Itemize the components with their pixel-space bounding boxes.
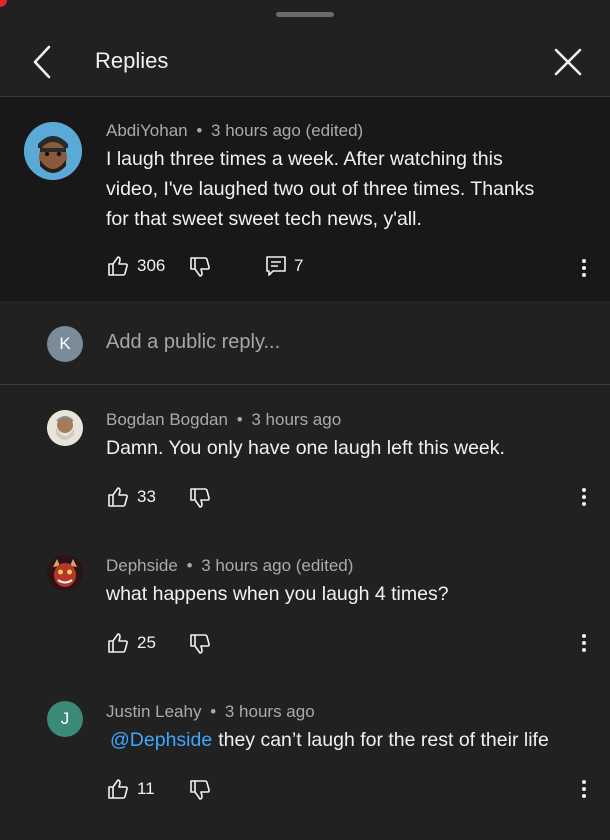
- dislike-button[interactable]: [188, 632, 212, 656]
- input-divider: [0, 384, 610, 385]
- recording-indicator: [0, 0, 7, 7]
- dislike-button[interactable]: [188, 486, 212, 510]
- more-vert-icon: [582, 634, 586, 652]
- comment-icon: [265, 255, 287, 277]
- like-button[interactable]: 11: [106, 777, 155, 801]
- thumbs-down-icon: [188, 255, 212, 279]
- comment-line: I laugh three times a week. After watchi…: [106, 148, 503, 170]
- avatar[interactable]: [47, 555, 83, 591]
- comment-body: they can’t laugh for the rest of their l…: [218, 729, 549, 751]
- meta-separator: •: [196, 121, 203, 140]
- like-count: 33: [137, 487, 156, 506]
- comment-text: Damn. You only have one laugh left this …: [106, 437, 505, 459]
- back-button[interactable]: [22, 42, 62, 82]
- author-name[interactable]: Justin Leahy: [106, 702, 201, 721]
- comment-time: 3 hours ago: [251, 410, 342, 429]
- close-icon: [554, 48, 582, 76]
- avatar: K: [47, 326, 83, 362]
- replies-header: Replies: [0, 28, 610, 96]
- comment-time: 3 hours ago (edited): [211, 121, 364, 140]
- comment-text: @Dephside they can’t laugh for the rest o…: [110, 725, 590, 755]
- comment-meta: Justin Leahy • 3 hours ago: [106, 702, 315, 722]
- comment-meta: Dephside • 3 hours ago (edited): [106, 556, 353, 576]
- cartoon-face-avatar-icon: [24, 122, 82, 180]
- more-options-button[interactable]: [572, 777, 596, 801]
- mention-link[interactable]: @Dephside: [110, 729, 212, 751]
- comment-time: 3 hours ago (edited): [201, 556, 354, 575]
- bearded-man-avatar-icon: [47, 410, 83, 446]
- like-button[interactable]: 33: [106, 485, 156, 509]
- avatar[interactable]: J: [47, 701, 83, 737]
- meta-separator: •: [210, 702, 217, 721]
- like-button[interactable]: 306: [106, 254, 165, 278]
- comment-time: 3 hours ago: [224, 702, 315, 721]
- dislike-button[interactable]: [188, 255, 212, 279]
- comment-text: what happens when you laugh 4 times?: [106, 583, 449, 605]
- reply-input-row[interactable]: K Add a public reply...: [0, 302, 610, 385]
- more-options-button[interactable]: [572, 631, 596, 655]
- like-count: 306: [137, 256, 166, 275]
- more-options-button[interactable]: [572, 485, 596, 509]
- drag-handle[interactable]: [276, 12, 334, 17]
- reply-count: 7: [294, 256, 304, 275]
- reply-input[interactable]: Add a public reply...: [106, 331, 280, 354]
- author-name[interactable]: Bogdan Bogdan: [106, 410, 228, 429]
- demon-mask-avatar-icon: [47, 555, 83, 591]
- like-count: 11: [137, 779, 155, 798]
- more-vert-icon: [582, 780, 586, 798]
- avatar[interactable]: [47, 410, 83, 446]
- avatar[interactable]: [24, 122, 82, 180]
- thumbs-down-icon: [188, 778, 212, 802]
- author-name[interactable]: Dephside: [106, 556, 178, 575]
- chevron-left-icon: [33, 45, 51, 79]
- meta-separator: •: [186, 556, 193, 575]
- parent-comment: AbdiYohan • 3 hours ago (edited) I laugh…: [0, 97, 610, 301]
- comment-meta: Bogdan Bogdan • 3 hours ago: [106, 410, 341, 430]
- dislike-button[interactable]: [188, 778, 212, 802]
- more-vert-icon: [582, 488, 586, 506]
- comment-text: I laugh three times a week. After watchi…: [106, 144, 586, 234]
- more-options-button[interactable]: [572, 256, 596, 280]
- thumbs-up-icon: [106, 254, 130, 278]
- replies-button[interactable]: 7: [265, 255, 303, 277]
- thumbs-up-icon: [106, 777, 130, 801]
- thumbs-down-icon: [188, 486, 212, 510]
- like-count: 25: [137, 633, 156, 652]
- thumbs-down-icon: [188, 632, 212, 656]
- author-name[interactable]: AbdiYohan: [106, 121, 188, 140]
- close-button[interactable]: [548, 42, 588, 82]
- like-button[interactable]: 25: [106, 631, 156, 655]
- comment-line: video, I've laughed two out of three tim…: [106, 178, 535, 200]
- thumbs-up-icon: [106, 485, 130, 509]
- page-title: Replies: [95, 48, 169, 73]
- more-vert-icon: [582, 259, 586, 277]
- thumbs-up-icon: [106, 631, 130, 655]
- meta-separator: •: [236, 410, 243, 429]
- comment-meta: AbdiYohan • 3 hours ago (edited): [106, 121, 363, 141]
- comment-line: for that sweet sweet tech news, y'all.: [106, 208, 422, 230]
